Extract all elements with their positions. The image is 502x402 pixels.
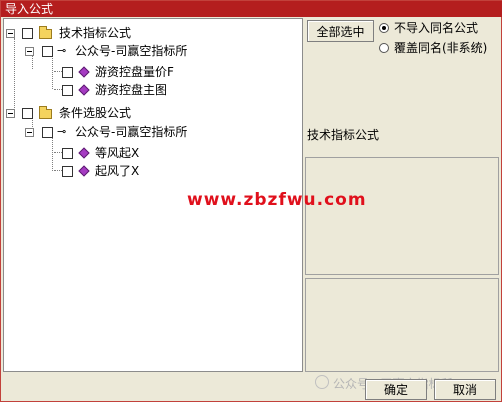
tree-group-label: 条件选股公式 bbox=[59, 106, 132, 120]
formula-info-box bbox=[305, 157, 499, 275]
ok-button[interactable]: 确定 bbox=[365, 379, 427, 400]
key-icon: ⊸ bbox=[57, 44, 67, 57]
source-checkbox[interactable] bbox=[42, 127, 53, 138]
formula-diamond-icon bbox=[78, 147, 90, 159]
tree-source-node[interactable]: ⊸ 公众号-司赢空指标所 bbox=[4, 42, 294, 60]
folder-icon bbox=[39, 106, 52, 119]
formula-diamond-icon bbox=[78, 66, 90, 78]
formula-checkbox[interactable] bbox=[62, 148, 73, 159]
formula-diamond-icon bbox=[78, 165, 90, 177]
tree-formula-label: 等风起X bbox=[95, 146, 140, 160]
tree-group-technical[interactable]: 技术指标公式 bbox=[4, 24, 294, 42]
folder-icon bbox=[39, 26, 52, 39]
tree-formula-item[interactable]: 等风起X bbox=[4, 144, 294, 162]
wechat-icon bbox=[315, 375, 329, 389]
tree-source-label: 公众号-司赢空指标所 bbox=[75, 125, 188, 139]
tree-group-label: 技术指标公式 bbox=[59, 26, 132, 40]
radio-no-import-label[interactable]: 不导入同名公式 bbox=[394, 21, 478, 35]
tree-formula-label: 起风了X bbox=[95, 164, 140, 178]
radio-no-import[interactable] bbox=[379, 23, 389, 33]
tree-formula-label: 游资控盘主图 bbox=[95, 83, 168, 97]
formula-diamond-icon bbox=[78, 84, 90, 96]
options-spacer bbox=[305, 63, 499, 157]
tree-formula-label: 游资控盘量价F bbox=[95, 65, 174, 79]
group-checkbox[interactable] bbox=[22, 108, 33, 119]
formula-checkbox[interactable] bbox=[62, 67, 73, 78]
collapse-toggle[interactable] bbox=[6, 29, 15, 38]
group-checkbox[interactable] bbox=[22, 28, 33, 39]
formula-type-label: 技术指标公式 bbox=[307, 128, 380, 142]
formula-checkbox[interactable] bbox=[62, 166, 73, 177]
key-icon: ⊸ bbox=[57, 125, 67, 138]
collapse-toggle[interactable] bbox=[6, 109, 15, 118]
window-title: 导入公式 bbox=[5, 2, 54, 16]
tree-source-label: 公众号-司赢空指标所 bbox=[75, 44, 188, 58]
radio-overwrite-label[interactable]: 覆盖同名(非系统) bbox=[394, 41, 487, 55]
source-checkbox[interactable] bbox=[42, 46, 53, 57]
formula-checkbox[interactable] bbox=[62, 85, 73, 96]
tree-formula-item[interactable]: 游资控盘主图 bbox=[4, 81, 294, 99]
import-formula-dialog: 导入公式 技术指标公式 ⊸ 公众号-司赢空指标所 游资控盘量价F 游资控盘主图 … bbox=[0, 0, 502, 402]
cancel-button[interactable]: 取消 bbox=[434, 379, 496, 400]
collapse-toggle[interactable] bbox=[25, 128, 34, 137]
collapse-toggle[interactable] bbox=[25, 47, 34, 56]
title-bar[interactable]: 导入公式 bbox=[1, 1, 502, 17]
site-watermark: www.zbzfwu.com bbox=[187, 190, 367, 210]
tree-formula-item[interactable]: 起风了X bbox=[4, 162, 294, 180]
radio-overwrite[interactable] bbox=[379, 43, 389, 53]
tree-source-node[interactable]: ⊸ 公众号-司赢空指标所 bbox=[4, 123, 294, 141]
select-all-button[interactable]: 全部选中 bbox=[307, 20, 374, 42]
tree-group-screening[interactable]: 条件选股公式 bbox=[4, 104, 294, 122]
formula-description-box bbox=[305, 278, 499, 372]
tree-formula-item[interactable]: 游资控盘量价F bbox=[4, 63, 294, 81]
